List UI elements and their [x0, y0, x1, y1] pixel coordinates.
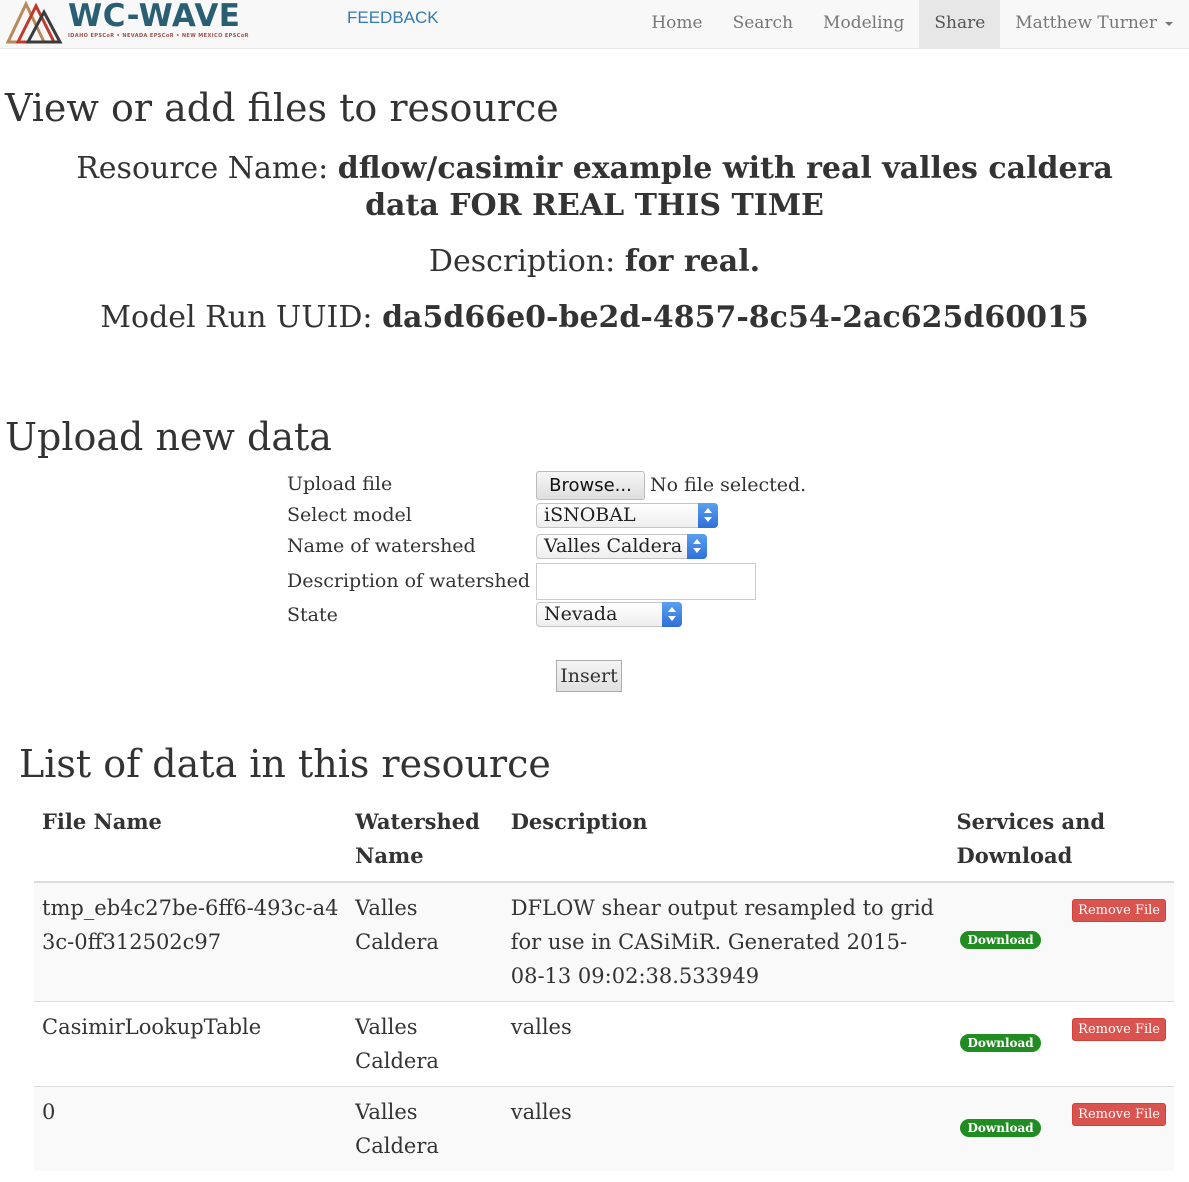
brand-logo[interactable]: WC-WAVE IDAHO EPSCoR • NEVADA EPSCoR • N…	[4, 0, 249, 44]
description-cell: DFLOW shear output resampled to grid for…	[502, 881, 949, 1002]
nav-search[interactable]: Search	[718, 0, 808, 48]
services-cell: Download Remove File	[948, 881, 1174, 1002]
brand-subtitle: IDAHO EPSCoR • NEVADA EPSCoR • NEW MEXIC…	[68, 33, 249, 39]
resource-description: Description: for real.	[0, 243, 1189, 280]
state-select[interactable]: Nevada	[536, 602, 682, 627]
resource-name-label: Resource Name:	[76, 151, 329, 186]
insert-button[interactable]: Insert	[556, 660, 622, 692]
services-cell: Download Remove File	[948, 1086, 1174, 1171]
file-name-cell: 0	[34, 1086, 348, 1171]
services-cell: Download Remove File	[948, 1001, 1174, 1087]
select-spinner-icon	[662, 602, 682, 627]
watershed-description-input[interactable]	[536, 563, 756, 600]
table-row: 0 Valles Caldera valles Download Remove …	[34, 1086, 1174, 1171]
file-name-cell: CasimirLookupTable	[34, 1001, 348, 1087]
no-file-text: No file selected.	[650, 474, 807, 496]
column-header-services: Services and Download	[948, 801, 1174, 883]
resource-name-value: dflow/casimir example with real valles c…	[337, 151, 1113, 223]
watershed-select-value: Valles Caldera	[544, 535, 683, 557]
browse-button[interactable]: Browse...	[536, 471, 645, 500]
state-select-value: Nevada	[544, 603, 618, 625]
model-select[interactable]: iSNOBAL	[536, 503, 718, 528]
navbar: WC-WAVE IDAHO EPSCoR • NEVADA EPSCoR • N…	[0, 0, 1189, 49]
description-value: for real.	[624, 244, 761, 279]
nav-home[interactable]: Home	[636, 0, 717, 48]
description-label: Description:	[428, 244, 616, 279]
download-button[interactable]: Download	[960, 1034, 1041, 1052]
wave-triangles-icon	[5, 0, 63, 44]
nav-share[interactable]: Share	[919, 0, 1001, 48]
feedback-link[interactable]: FEEDBACK	[347, 8, 439, 28]
uuid-value: da5d66e0-be2d-4857-8c54-2ac625d60015	[382, 300, 1089, 335]
select-spinner-icon	[687, 534, 707, 559]
column-header-description: Description	[502, 801, 949, 883]
file-name-cell: tmp_eb4c27be-6ff6-493c-a43c-0ff312502c97	[34, 881, 348, 1002]
model-select-value: iSNOBAL	[544, 504, 636, 526]
download-button[interactable]: Download	[960, 931, 1041, 949]
resource-name: Resource Name: dflow/casimir example wit…	[0, 150, 1189, 224]
state-label: State	[287, 604, 338, 626]
download-button[interactable]: Download	[960, 1119, 1041, 1137]
nav-modeling[interactable]: Modeling	[808, 0, 919, 48]
list-title: List of data in this resource	[19, 742, 551, 786]
watershed-cell: Valles Caldera	[347, 1086, 503, 1171]
column-header-watershed: Watershed Name	[347, 801, 503, 883]
upload-file-label: Upload file	[287, 473, 393, 495]
watershed-select[interactable]: Valles Caldera	[536, 534, 707, 559]
user-name: Matthew Turner	[1015, 13, 1157, 33]
remove-file-button[interactable]: Remove File	[1072, 899, 1166, 922]
remove-file-button[interactable]: Remove File	[1072, 1018, 1166, 1041]
table-header-row: File Name Watershed Name Description Ser…	[34, 801, 1174, 883]
brand-name: WC-WAVE	[68, 0, 241, 34]
page-title: View or add files to resource	[5, 86, 559, 130]
description-cell: valles	[502, 1086, 949, 1171]
caret-down-icon	[1165, 21, 1173, 26]
watershed-description-label: Description of watershed	[287, 570, 531, 592]
select-model-label: Select model	[287, 504, 412, 526]
description-cell: valles	[502, 1001, 949, 1087]
nav-menu: Home Search Modeling Share Matthew Turne…	[636, 0, 1189, 48]
watershed-cell: Valles Caldera	[347, 1001, 503, 1087]
data-table: File Name Watershed Name Description Ser…	[34, 801, 1174, 1171]
watershed-cell: Valles Caldera	[347, 881, 503, 1002]
user-menu[interactable]: Matthew Turner	[1000, 0, 1189, 48]
table-row: tmp_eb4c27be-6ff6-493c-a43c-0ff312502c97…	[34, 881, 1174, 1002]
remove-file-button[interactable]: Remove File	[1072, 1103, 1166, 1126]
select-spinner-icon	[698, 503, 718, 528]
upload-title: Upload new data	[5, 415, 332, 459]
column-header-file-name: File Name	[34, 801, 348, 883]
model-run-uuid: Model Run UUID: da5d66e0-be2d-4857-8c54-…	[0, 299, 1189, 336]
table-row: CasimirLookupTable Valles Caldera valles…	[34, 1001, 1174, 1087]
watershed-name-label: Name of watershed	[287, 535, 476, 557]
uuid-label: Model Run UUID:	[100, 300, 373, 335]
